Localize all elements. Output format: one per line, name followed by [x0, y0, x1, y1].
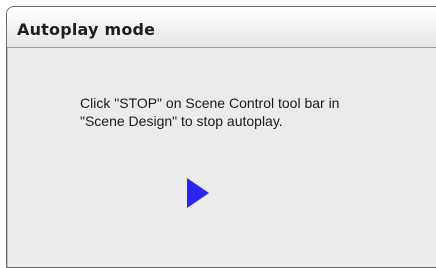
- autoplay-instructions: Click "STOP" on Scene Control tool bar i…: [80, 95, 340, 129]
- autoplay-dialog: Autoplay mode Click "STOP" on Scene Cont…: [6, 6, 436, 268]
- dialog-title: Autoplay mode: [17, 20, 156, 39]
- dialog-titlebar: Autoplay mode: [7, 7, 436, 48]
- dialog-body: Click "STOP" on Scene Control tool bar i…: [7, 48, 436, 267]
- play-icon: [187, 178, 209, 208]
